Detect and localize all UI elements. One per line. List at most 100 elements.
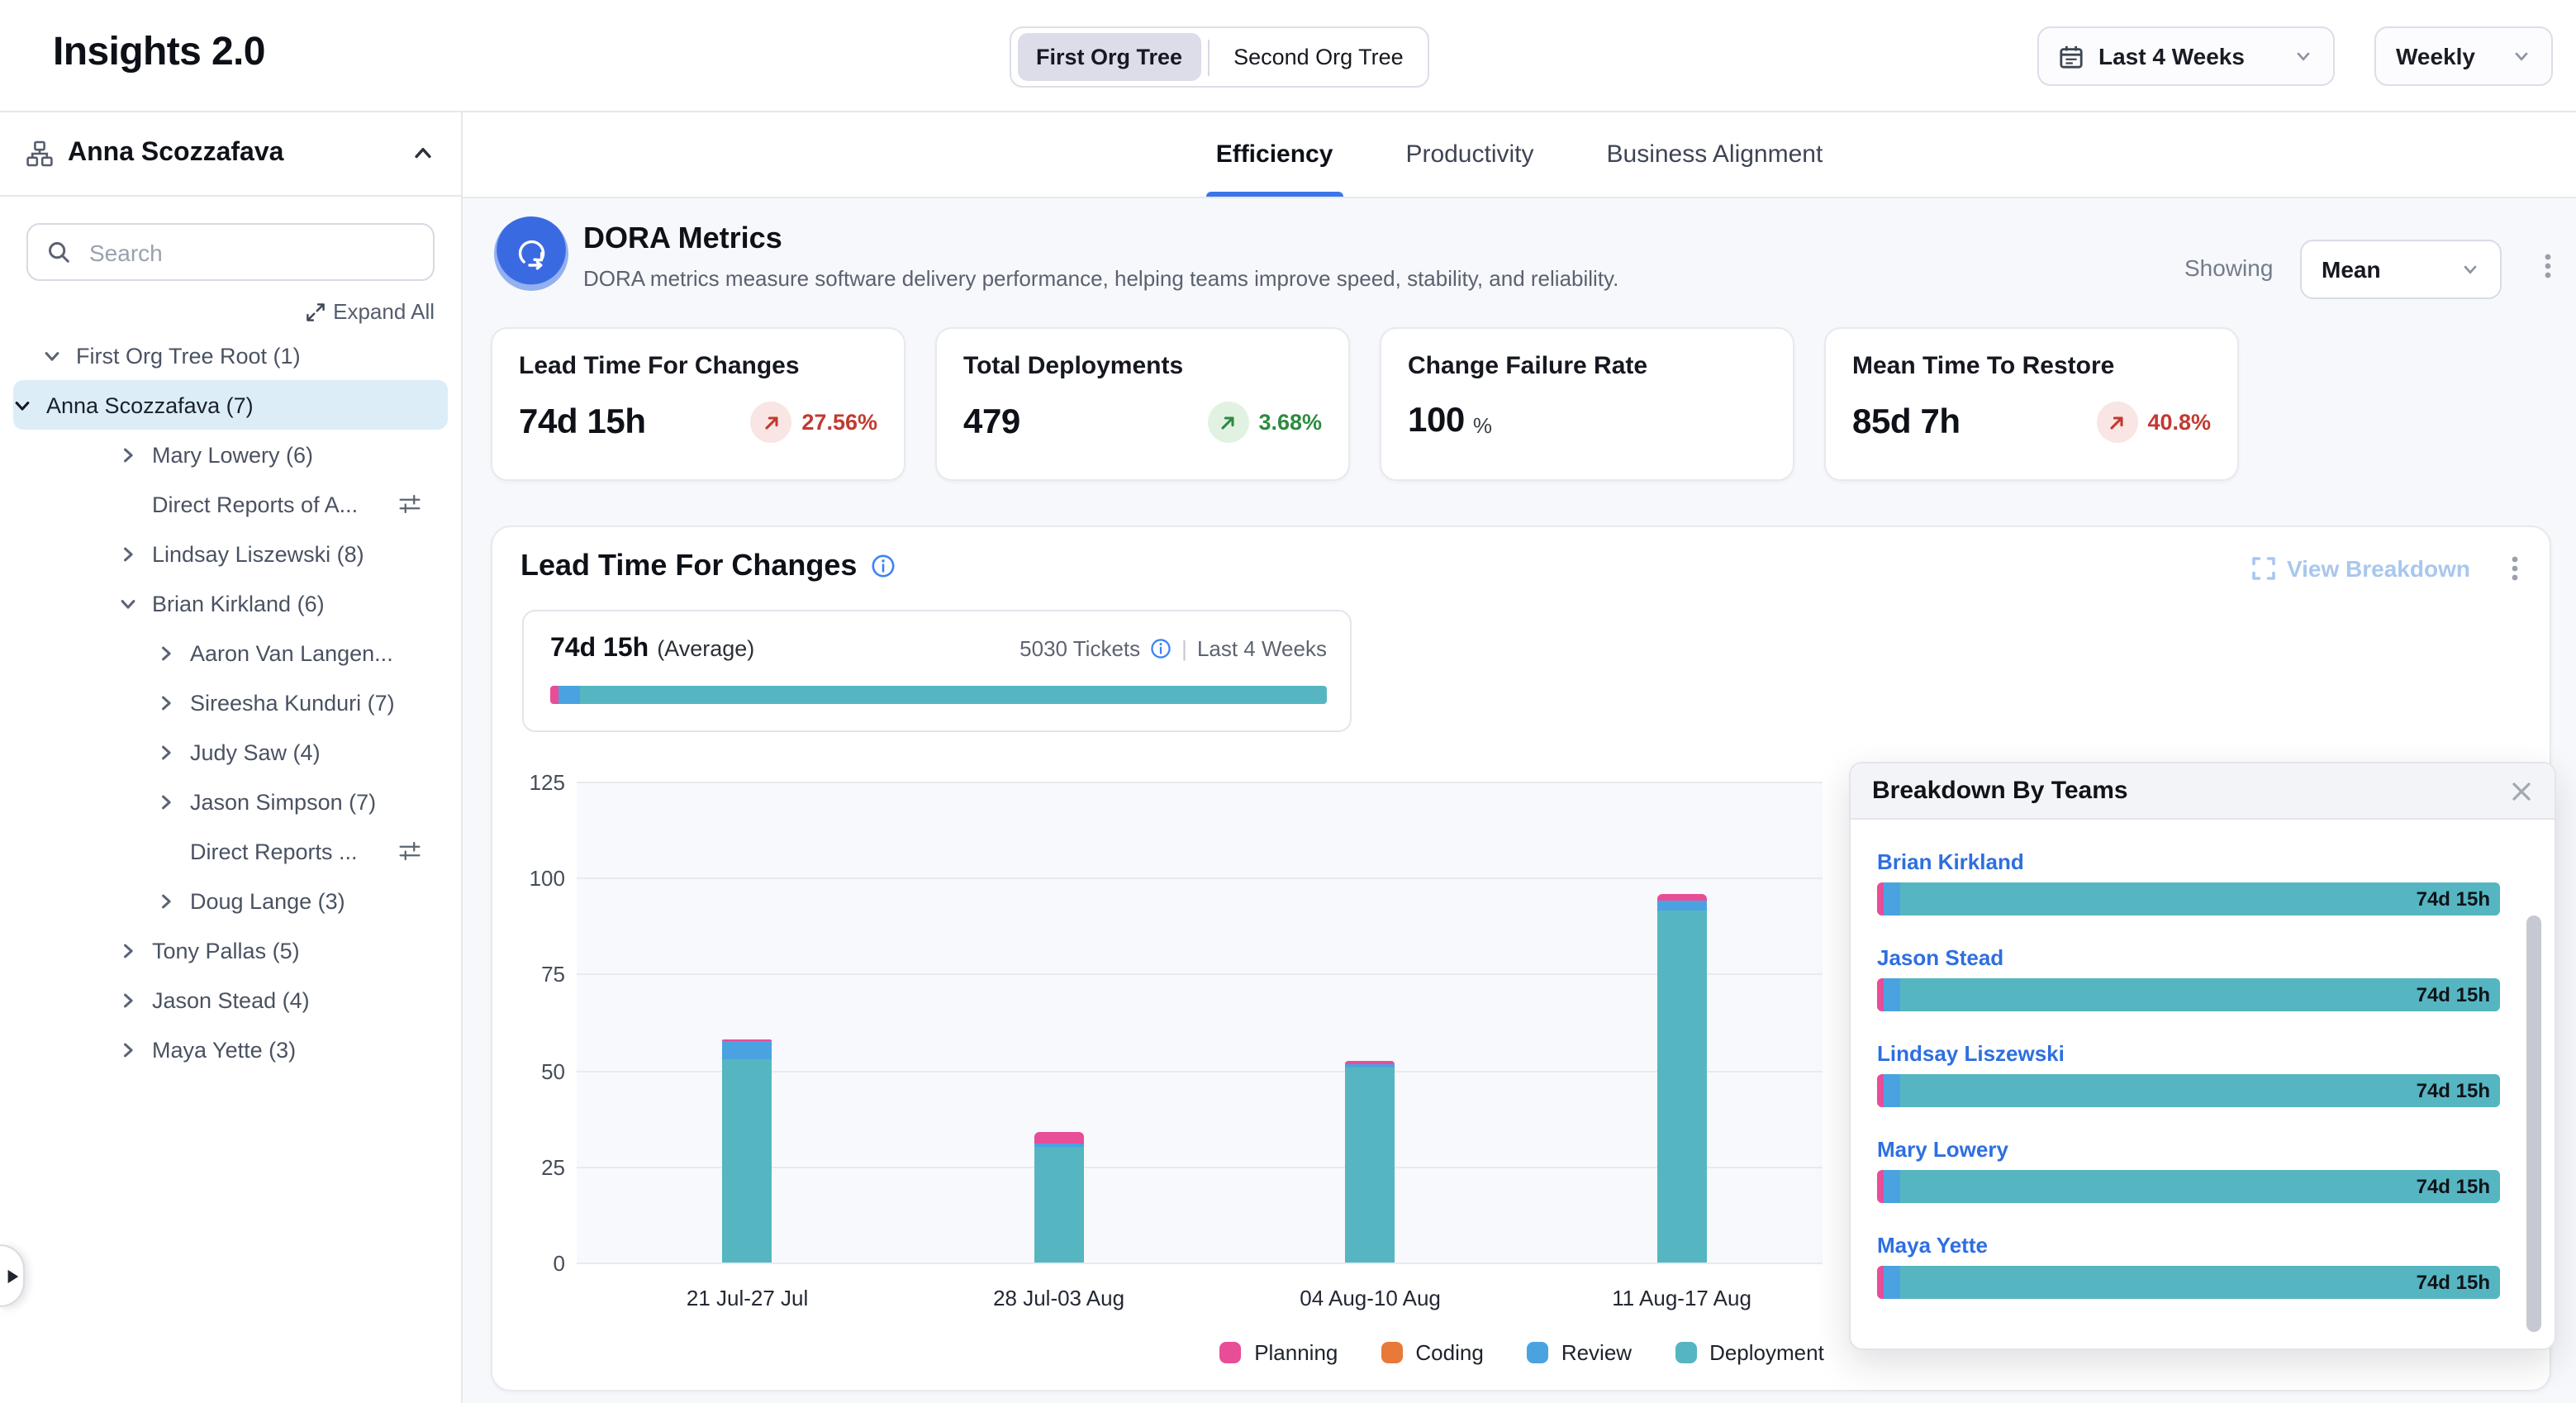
chevron-right-icon[interactable] <box>119 545 139 563</box>
team-name-link[interactable]: Mary Lowery <box>1877 1137 2500 1162</box>
view-breakdown-button[interactable]: View Breakdown <box>2252 555 2470 582</box>
breakdown-panel-title: Breakdown By Teams <box>1872 777 2128 805</box>
chevron-down-icon[interactable] <box>43 346 63 364</box>
tab-business-alignment[interactable]: Business Alignment <box>1604 112 1827 197</box>
breakdown-row-maya-yette: Maya Yette 74d 15h <box>1877 1233 2500 1299</box>
legend-item-deployment[interactable]: Deployment <box>1675 1340 1824 1365</box>
tree-item-direct-reports[interactable]: Direct Reports ... <box>0 826 448 876</box>
team-value: 74d 15h <box>2417 978 2490 1011</box>
bar-segment-review <box>723 1042 772 1059</box>
dora-section-title: DORA Metrics <box>583 221 782 256</box>
close-icon[interactable] <box>2510 779 2533 802</box>
breakdown-row-lindsay-liszewski: Lindsay Liszewski 74d 15h <box>1877 1041 2500 1107</box>
scrollbar[interactable] <box>2526 892 2541 1332</box>
team-stacked-bar[interactable]: 74d 15h <box>1877 1074 2500 1107</box>
tree-item-label: Aaron Van Langen... <box>190 640 393 665</box>
lead-time-kebab-menu-icon[interactable] <box>2503 555 2526 582</box>
search-input[interactable] <box>86 237 415 267</box>
date-range-dropdown[interactable]: Last 4 Weeks <box>2037 26 2335 86</box>
scrollbar-thumb[interactable] <box>2526 916 2541 1332</box>
chart-bar-1[interactable] <box>723 1039 772 1263</box>
filter-sliders-icon[interactable] <box>398 492 421 516</box>
showing-label: Showing <box>2184 254 2273 281</box>
tab-efficiency[interactable]: Efficiency <box>1213 112 1337 197</box>
tree-item-jason-stead-4[interactable]: Jason Stead (4) <box>0 975 448 1025</box>
team-name-link[interactable]: Brian Kirkland <box>1877 849 2500 874</box>
dora-kebab-menu-icon[interactable] <box>2536 253 2559 279</box>
tree-item-judy-saw-4[interactable]: Judy Saw (4) <box>0 727 448 777</box>
tree-item-aaron-van-langen[interactable]: Aaron Van Langen... <box>0 628 448 678</box>
showing-dropdown[interactable]: Mean <box>2300 240 2502 299</box>
chevron-right-icon[interactable] <box>157 644 177 662</box>
chevron-right-icon[interactable] <box>157 743 177 761</box>
chart-bar-3[interactable] <box>1346 1061 1395 1263</box>
metric-card-title: Mean Time To Restore <box>1852 352 2211 380</box>
legend-label: Coding <box>1415 1340 1483 1365</box>
chart-bar-2[interactable] <box>1034 1132 1084 1263</box>
chevron-right-icon[interactable] <box>119 445 139 464</box>
sidebar: Anna Scozzafava Expand All <box>0 112 463 1403</box>
legend-label: Planning <box>1254 1340 1338 1365</box>
chart-bar-4[interactable] <box>1657 893 1707 1263</box>
chart-plot-area <box>577 782 1823 1263</box>
gridline-y-125 <box>577 782 1823 783</box>
chevron-down-icon[interactable] <box>13 396 33 414</box>
tree-item-first-org-tree-root-1[interactable]: First Org Tree Root (1) <box>0 331 448 380</box>
chevron-right-icon[interactable] <box>157 892 177 910</box>
chevron-right-icon[interactable] <box>119 941 139 959</box>
tree-item-label: Doug Lange (3) <box>190 888 345 913</box>
legend-item-review[interactable]: Review <box>1527 1340 1632 1365</box>
tree-item-maya-yette-3[interactable]: Maya Yette (3) <box>0 1025 448 1074</box>
team-stacked-bar[interactable]: 74d 15h <box>1877 1266 2500 1299</box>
team-name-link[interactable]: Jason Stead <box>1877 945 2500 970</box>
metric-card-value: 85d 7h <box>1852 402 1961 442</box>
team-stacked-bar[interactable]: 74d 15h <box>1877 978 2500 1011</box>
chevron-right-icon[interactable] <box>157 693 177 711</box>
expand-all-link[interactable]: Expand All <box>305 299 435 324</box>
tree-item-jason-simpson-7[interactable]: Jason Simpson (7) <box>0 777 448 826</box>
tab-productivity[interactable]: Productivity <box>1402 112 1537 197</box>
team-bar-segment-deployment <box>1900 882 2500 916</box>
tree-item-sireesha-kunduri-7[interactable]: Sireesha Kunduri (7) <box>0 678 448 727</box>
chevron-right-icon[interactable] <box>119 991 139 1009</box>
info-icon[interactable] <box>870 554 895 578</box>
chevron-up-icon[interactable] <box>411 142 435 165</box>
team-stacked-bar[interactable]: 74d 15h <box>1877 882 2500 916</box>
legend-label: Deployment <box>1709 1340 1824 1365</box>
org-chart-icon <box>26 140 53 167</box>
breakdown-panel-body: Brian Kirkland74d 15hJason Stead74d 15hL… <box>1851 820 2555 1348</box>
metric-card-delta: 40.8% <box>2096 402 2211 443</box>
legend-item-planning[interactable]: Planning <box>1219 1340 1338 1365</box>
filter-sliders-icon[interactable] <box>398 839 421 863</box>
metric-card-value: 479 <box>963 402 1020 442</box>
tree-item-label: Direct Reports ... <box>190 839 358 863</box>
granularity-dropdown[interactable]: Weekly <box>2374 26 2553 86</box>
team-name-link[interactable]: Lindsay Liszewski <box>1877 1041 2500 1066</box>
tree-item-label: Mary Lowery (6) <box>152 442 313 467</box>
chevron-down-icon[interactable] <box>119 594 139 612</box>
metric-card-delta-pct: 3.68% <box>1258 410 1322 435</box>
sidebar-user-header[interactable]: Anna Scozzafava <box>0 112 461 197</box>
chevron-right-icon[interactable] <box>119 1040 139 1058</box>
sidebar-user-name: Anna Scozzafava <box>68 139 283 169</box>
tree-item-direct-reports-of-a[interactable]: Direct Reports of A... <box>0 479 448 529</box>
bar-segment-review <box>1034 1144 1084 1148</box>
main-tabs: Efficiency Productivity Business Alignme… <box>463 112 2576 198</box>
tree-item-anna-scozzafava-7[interactable]: Anna Scozzafava (7) <box>13 380 448 430</box>
team-name-link[interactable]: Maya Yette <box>1877 1233 2500 1258</box>
tree-item-lindsay-liszewski-8[interactable]: Lindsay Liszewski (8) <box>0 529 448 578</box>
summary-bar-segment-review <box>558 686 579 704</box>
team-stacked-bar[interactable]: 74d 15h <box>1877 1170 2500 1203</box>
toggle-first-org-tree[interactable]: First Org Tree <box>1018 33 1200 81</box>
legend-item-coding[interactable]: Coding <box>1381 1340 1483 1365</box>
chevron-right-icon[interactable] <box>157 792 177 811</box>
tree-item-brian-kirkland-6[interactable]: Brian Kirkland (6) <box>0 578 448 628</box>
tree-item-tony-pallas-5[interactable]: Tony Pallas (5) <box>0 925 448 975</box>
tree-item-doug-lange-3[interactable]: Doug Lange (3) <box>0 876 448 925</box>
info-icon[interactable] <box>1150 638 1172 659</box>
tree-item-mary-lowery-6[interactable]: Mary Lowery (6) <box>0 430 448 479</box>
y-axis-tick-label: 75 <box>519 963 565 987</box>
toggle-second-org-tree[interactable]: Second Org Tree <box>1215 33 1422 81</box>
team-bar-segment-planning <box>1877 1170 1884 1203</box>
metric-card-delta-pct: 27.56% <box>801 410 877 435</box>
